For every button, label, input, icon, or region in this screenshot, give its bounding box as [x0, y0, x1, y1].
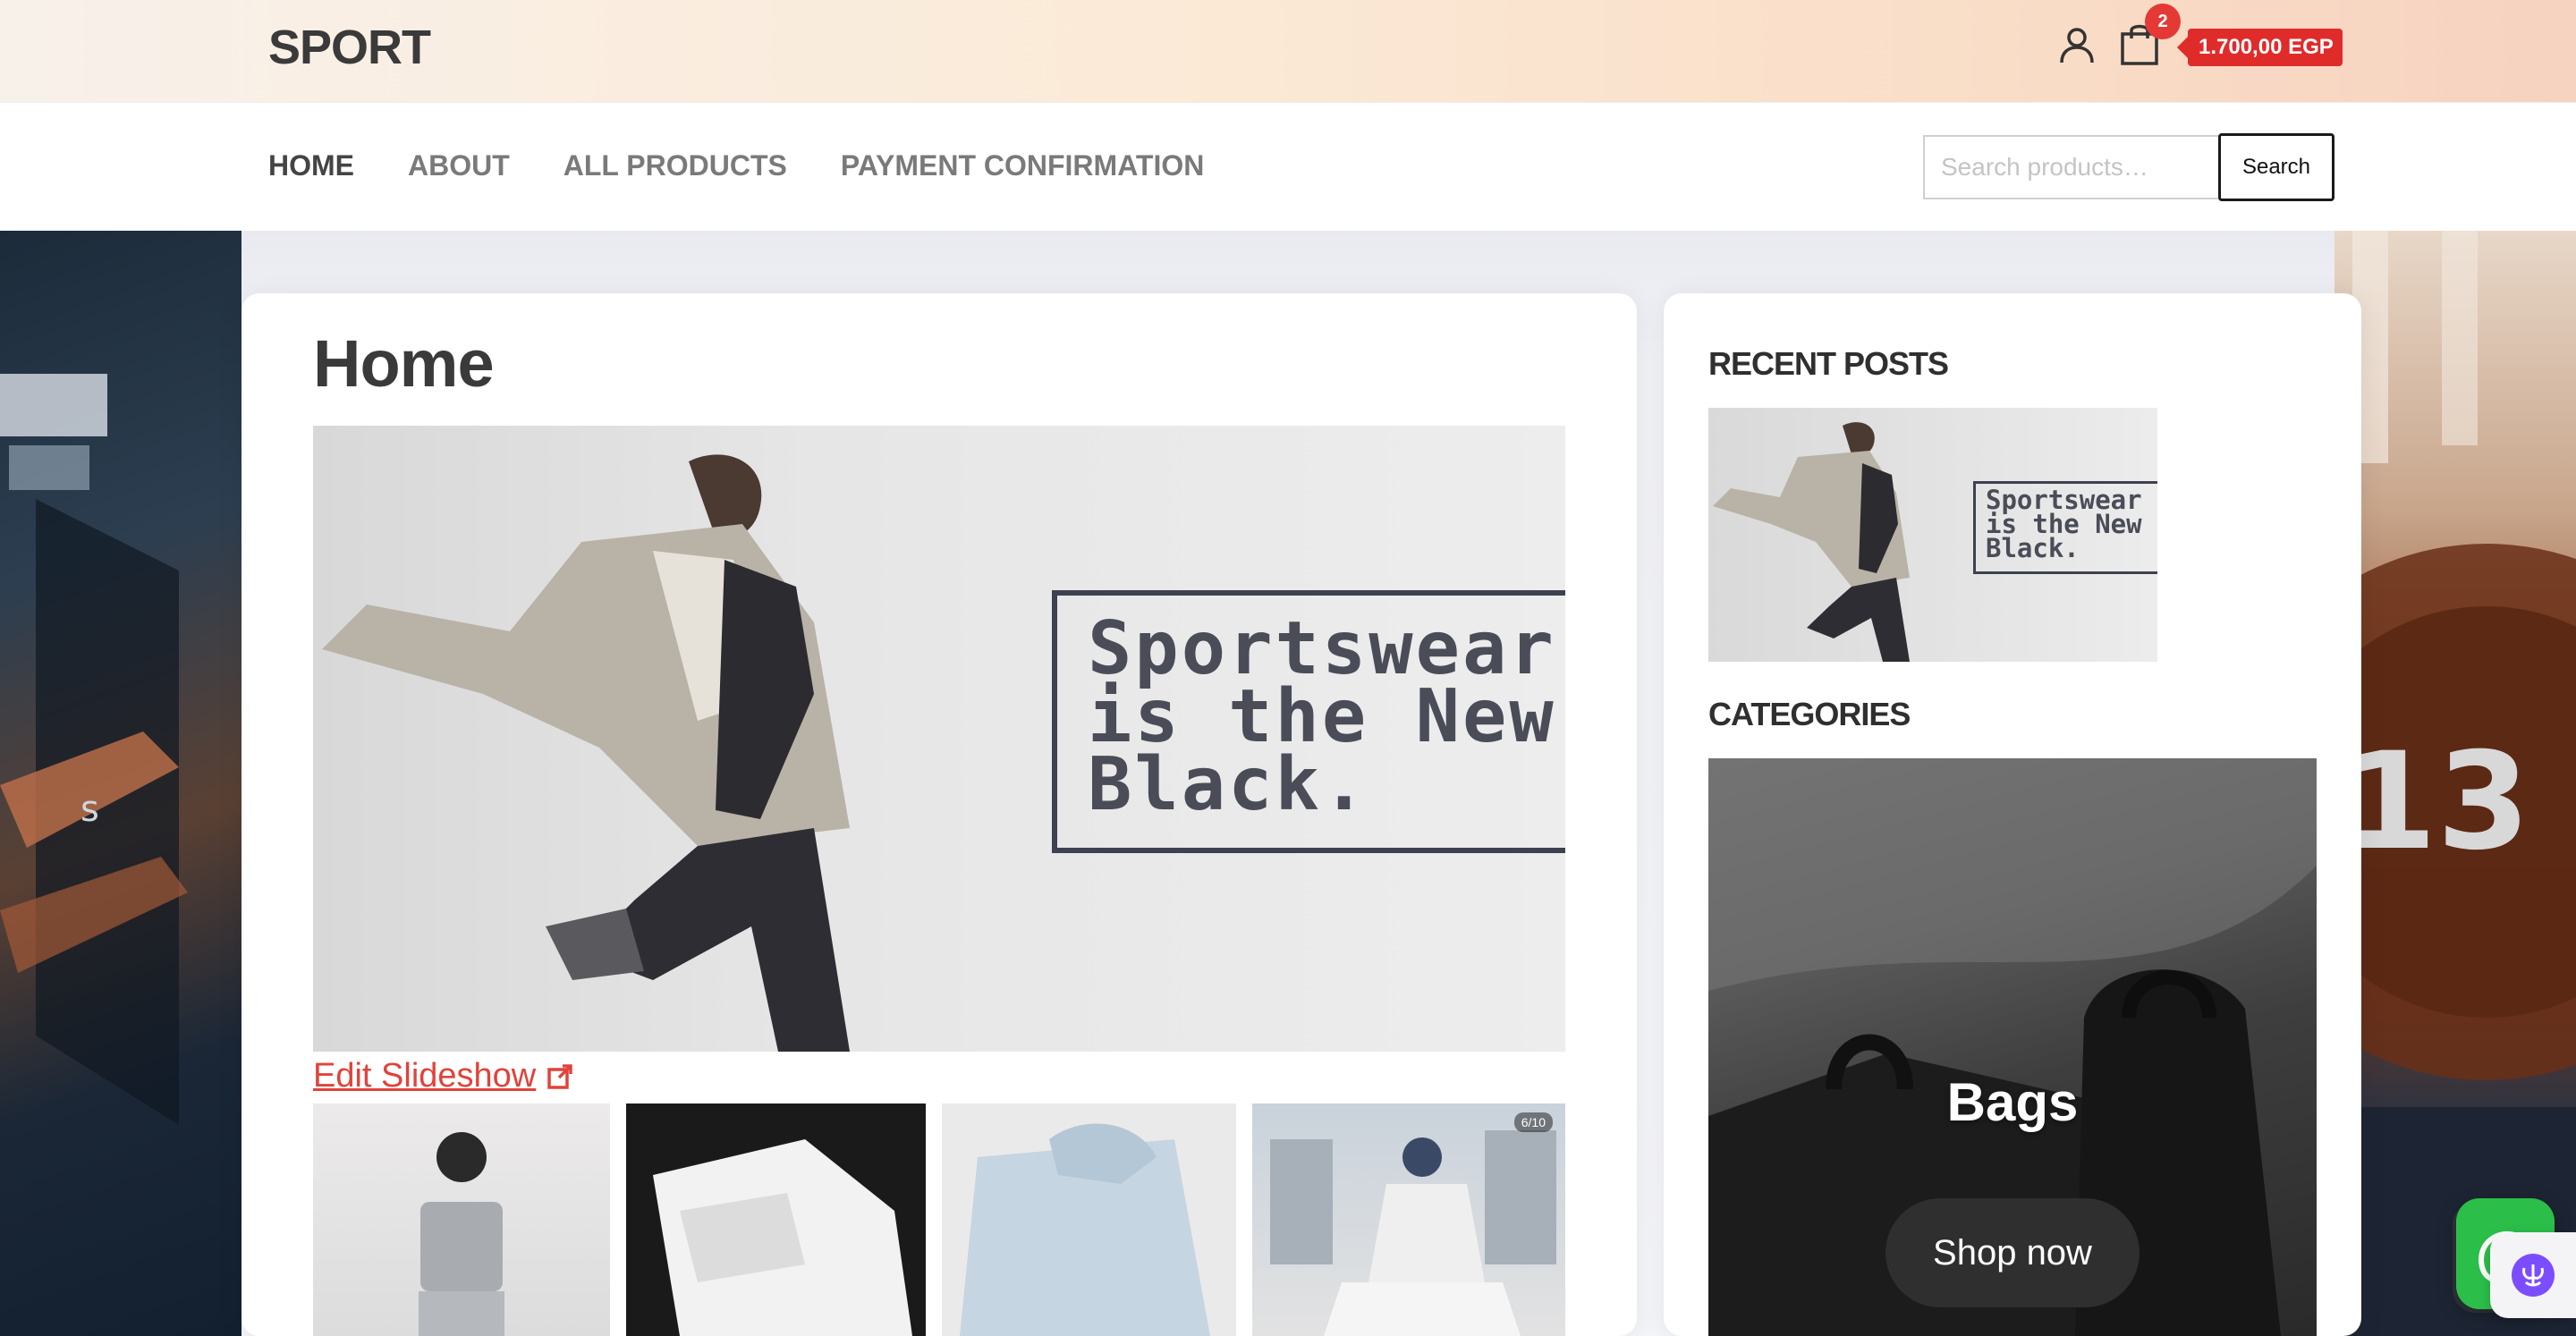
product-thumbnail[interactable]: 6/10: [1252, 1103, 1565, 1336]
main-nav-bar: HOME ABOUT ALL PRODUCTS PAYMENT CONFIRMA…: [0, 102, 2576, 231]
recent-post-headline: Sportswear is the New Black.: [1986, 485, 2142, 563]
nav-item-home[interactable]: HOME: [268, 149, 354, 182]
categories-heading: CATEGORIES: [1708, 696, 1911, 732]
nav-item-about[interactable]: ABOUT: [408, 149, 510, 182]
product-thumbnail[interactable]: [625, 1103, 926, 1336]
edit-slideshow-label: Edit Slideshow: [313, 1057, 537, 1095]
cart-total[interactable]: 1.700,00 EGP: [2177, 29, 2343, 66]
slide-counter: 6/10: [1513, 1112, 1553, 1132]
svg-text:s: s: [80, 789, 99, 830]
recent-post-thumbnail[interactable]: Sportswear is the New Black.: [1708, 408, 2157, 662]
cart-count-badge: 2: [2145, 4, 2181, 39]
hero-model-image: [322, 454, 850, 1052]
nav-item-all-products[interactable]: ALL PRODUCTS: [564, 149, 787, 182]
category-card-bags[interactable]: Bags Shop now: [1708, 758, 2317, 1336]
hero-slideshow[interactable]: Sportswear is the New Black.: [313, 426, 1565, 1052]
main-nav: HOME ABOUT ALL PRODUCTS PAYMENT CONFIRMA…: [268, 149, 1204, 182]
page-title: Home: [313, 326, 495, 401]
search-input[interactable]: [1923, 135, 2218, 199]
background-image-left: s: [0, 231, 242, 1336]
product-thumbnail[interactable]: [941, 1103, 1237, 1336]
category-title: Bags: [1946, 1072, 2079, 1132]
external-link-icon: [547, 1063, 572, 1089]
brain-icon: [2512, 1254, 2555, 1297]
shop-now-button[interactable]: Shop now: [1885, 1198, 2140, 1307]
svg-text:13: 13: [2343, 724, 2530, 880]
search-button[interactable]: Search: [2218, 133, 2334, 201]
product-thumbnail[interactable]: [313, 1103, 610, 1336]
nav-item-payment-confirmation[interactable]: PAYMENT CONFIRMATION: [841, 149, 1205, 182]
edit-slideshow-link[interactable]: Edit Slideshow: [313, 1057, 573, 1095]
product-thumbnail-strip: 6/10: [313, 1103, 1565, 1336]
user-icon[interactable]: [2057, 25, 2097, 64]
background-image-right: 13: [2334, 231, 2576, 1336]
site-logo[interactable]: SPORT: [268, 20, 431, 75]
assistant-widget[interactable]: [2490, 1232, 2576, 1318]
recent-posts-heading: RECENT POSTS: [1708, 345, 1949, 382]
hero-headline: Sportswear is the New Black.: [1088, 606, 1556, 827]
